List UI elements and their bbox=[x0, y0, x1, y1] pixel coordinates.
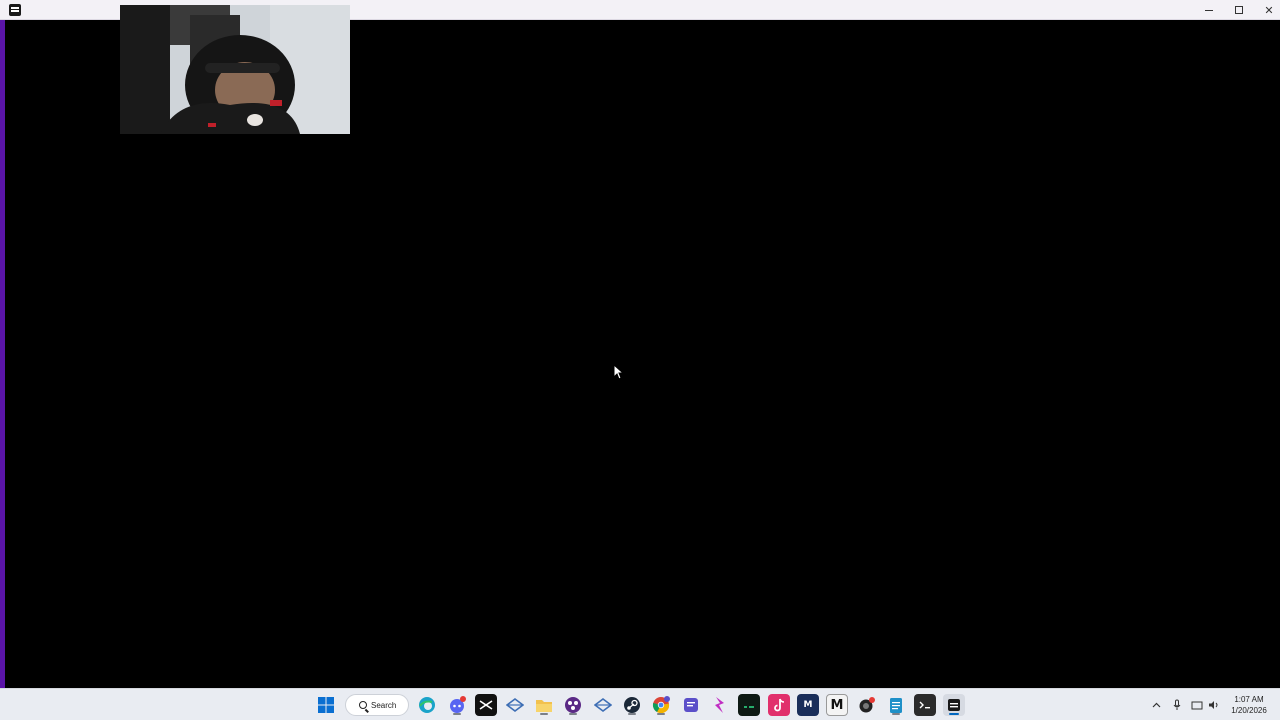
m-icon: M bbox=[830, 697, 844, 713]
taskbar-app-capcut[interactable] bbox=[475, 694, 497, 716]
running-indicator bbox=[453, 713, 461, 715]
taskbar-app-diamond-1[interactable] bbox=[504, 694, 526, 716]
taskbar-app-notepad[interactable] bbox=[885, 694, 907, 716]
webcam-overlay bbox=[120, 5, 350, 134]
minimize-button[interactable] bbox=[1194, 0, 1224, 20]
taskbar-app-file-explorer[interactable] bbox=[533, 694, 555, 716]
taskbar-app-terminal-green[interactable] bbox=[738, 694, 760, 716]
maximize-icon bbox=[1235, 6, 1243, 14]
taskbar-app-discord[interactable] bbox=[446, 694, 468, 716]
speaker-icon bbox=[1209, 701, 1218, 709]
system-clock[interactable]: 1:07 AM 1/20/2026 bbox=[1222, 694, 1276, 716]
notepad-icon bbox=[890, 698, 902, 713]
taskbar-search[interactable]: Search bbox=[345, 694, 409, 716]
taskbar-app-bolt[interactable] bbox=[709, 694, 731, 716]
app-icon bbox=[9, 4, 21, 16]
chat-icon bbox=[684, 698, 698, 712]
maximize-button[interactable] bbox=[1224, 0, 1254, 20]
taskbar-app-steam[interactable] bbox=[621, 694, 643, 716]
running-indicator bbox=[540, 713, 548, 715]
running-indicator bbox=[657, 713, 665, 715]
clock-time: 1:07 AM bbox=[1234, 695, 1264, 704]
start-button[interactable] bbox=[315, 694, 337, 716]
bolt-icon bbox=[715, 697, 724, 713]
mouse-cursor-icon bbox=[613, 364, 623, 380]
terminal-icon bbox=[744, 706, 754, 708]
microphone-icon bbox=[1173, 699, 1181, 710]
tray-microphone[interactable] bbox=[1171, 699, 1183, 711]
taskbar-app-active[interactable] bbox=[943, 694, 965, 716]
taskbar-app-tiktok[interactable] bbox=[768, 694, 790, 716]
taskbar-app-terminal[interactable] bbox=[914, 694, 936, 716]
taskbar-app-edge[interactable] bbox=[416, 694, 438, 716]
clock-date: 1/20/2026 bbox=[1231, 706, 1267, 715]
taskbar-app-diamond-2[interactable] bbox=[592, 694, 614, 716]
taskbar: Search M M 1:07 AM 1/20/2026 bbox=[0, 688, 1280, 720]
taskbar-app-record[interactable] bbox=[856, 694, 878, 716]
show-hidden-icons-button[interactable] bbox=[1150, 699, 1162, 711]
discord-icon bbox=[450, 696, 466, 713]
desktop: ✕ Search M M 1:07 AM 1/20/2026 bbox=[0, 0, 1280, 720]
tiktok-icon bbox=[774, 698, 785, 712]
mx-icon: M bbox=[803, 699, 813, 710]
diamond-icon bbox=[594, 698, 612, 712]
taskbar-app-m[interactable]: M bbox=[826, 694, 848, 716]
taskbar-app-mx[interactable]: M bbox=[797, 694, 819, 716]
taskbar-app-chat[interactable] bbox=[680, 694, 702, 716]
window-accent-border bbox=[0, 20, 5, 688]
active-window-indicator bbox=[949, 713, 959, 715]
obs-icon bbox=[565, 697, 581, 713]
capcut-icon bbox=[479, 700, 493, 710]
taskbar-app-obs[interactable] bbox=[562, 694, 584, 716]
network-icon bbox=[1191, 701, 1203, 710]
edge-icon bbox=[419, 697, 435, 713]
tray-network[interactable] bbox=[1191, 699, 1203, 711]
windows-logo-icon bbox=[318, 697, 334, 713]
running-indicator bbox=[628, 713, 636, 715]
terminal-icon bbox=[919, 701, 930, 709]
app-icon bbox=[948, 699, 960, 711]
running-indicator bbox=[892, 713, 900, 715]
minimize-icon bbox=[1205, 9, 1213, 11]
search-icon bbox=[359, 701, 367, 709]
tray-volume[interactable] bbox=[1208, 699, 1220, 711]
record-icon bbox=[859, 697, 875, 713]
close-icon: ✕ bbox=[1264, 4, 1274, 17]
taskbar-app-chrome[interactable] bbox=[650, 694, 672, 716]
chevron-up-icon bbox=[1152, 702, 1160, 708]
close-button[interactable]: ✕ bbox=[1254, 0, 1280, 20]
chrome-icon bbox=[652, 696, 670, 714]
running-indicator bbox=[569, 713, 577, 715]
folder-icon bbox=[536, 699, 552, 712]
steam-icon bbox=[624, 697, 640, 713]
diamond-icon bbox=[506, 698, 524, 712]
search-label: Search bbox=[371, 700, 397, 710]
